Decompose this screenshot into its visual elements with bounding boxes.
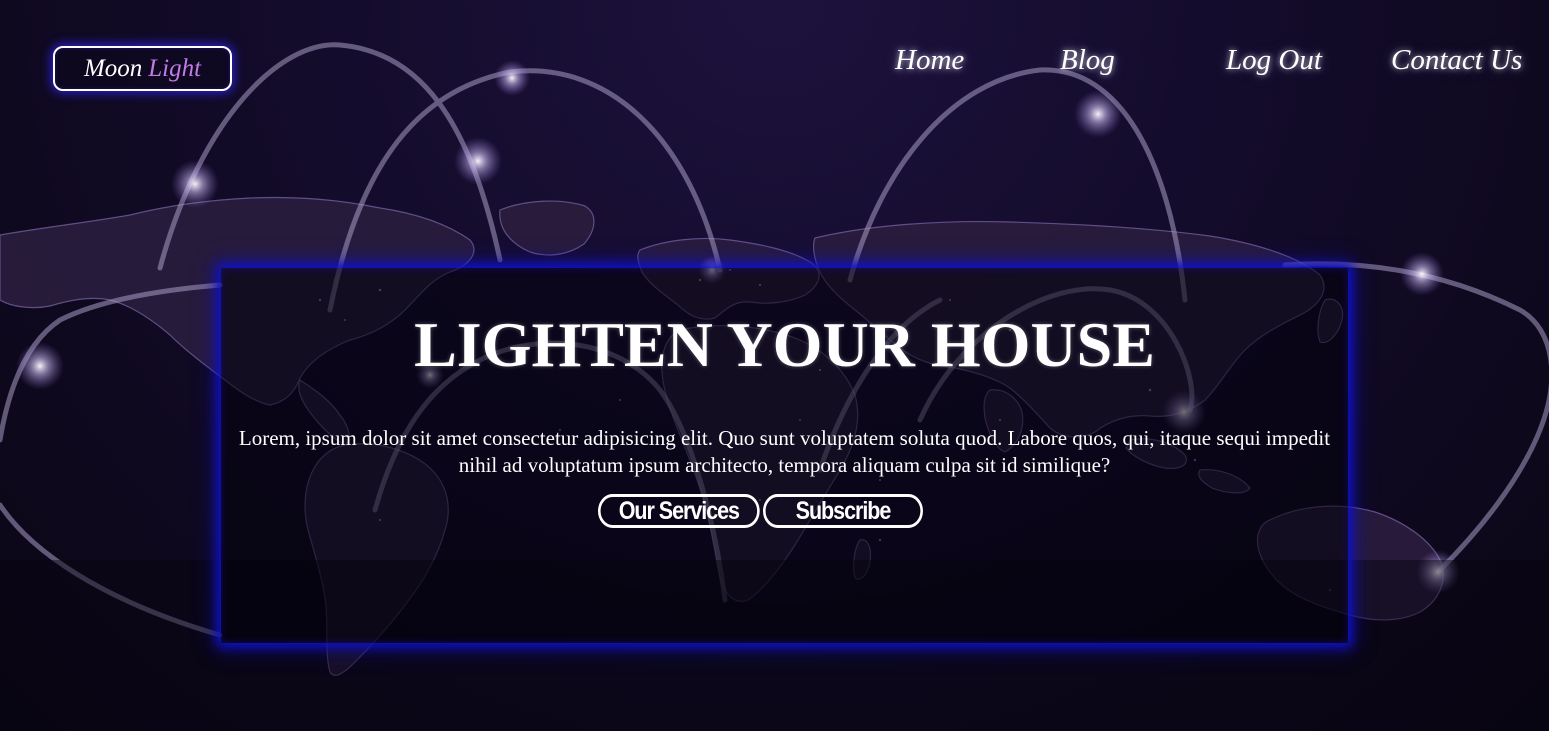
our-services-button[interactable]: Our Services (598, 494, 760, 528)
hero-title: LIGHTEN YOUR HOUSE (414, 309, 1155, 380)
hero-panel: LIGHTEN YOUR HOUSE Lorem, ipsum dolor si… (221, 268, 1348, 643)
subscribe-button[interactable]: Subscribe (763, 494, 923, 528)
nav-blog-link[interactable]: Blog (1060, 44, 1115, 77)
landing-page: Moon Light Home Blog Log Out Contact Us … (0, 0, 1549, 731)
nav-contact-link[interactable]: Contact Us (1391, 44, 1522, 77)
nav-home-link[interactable]: Home (895, 44, 964, 77)
nav-logout-link[interactable]: Log Out (1226, 44, 1322, 77)
hero-description: Lorem, ipsum dolor sit amet consectetur … (238, 426, 1331, 477)
main-nav: Home Blog Log Out Contact Us (0, 44, 1549, 84)
